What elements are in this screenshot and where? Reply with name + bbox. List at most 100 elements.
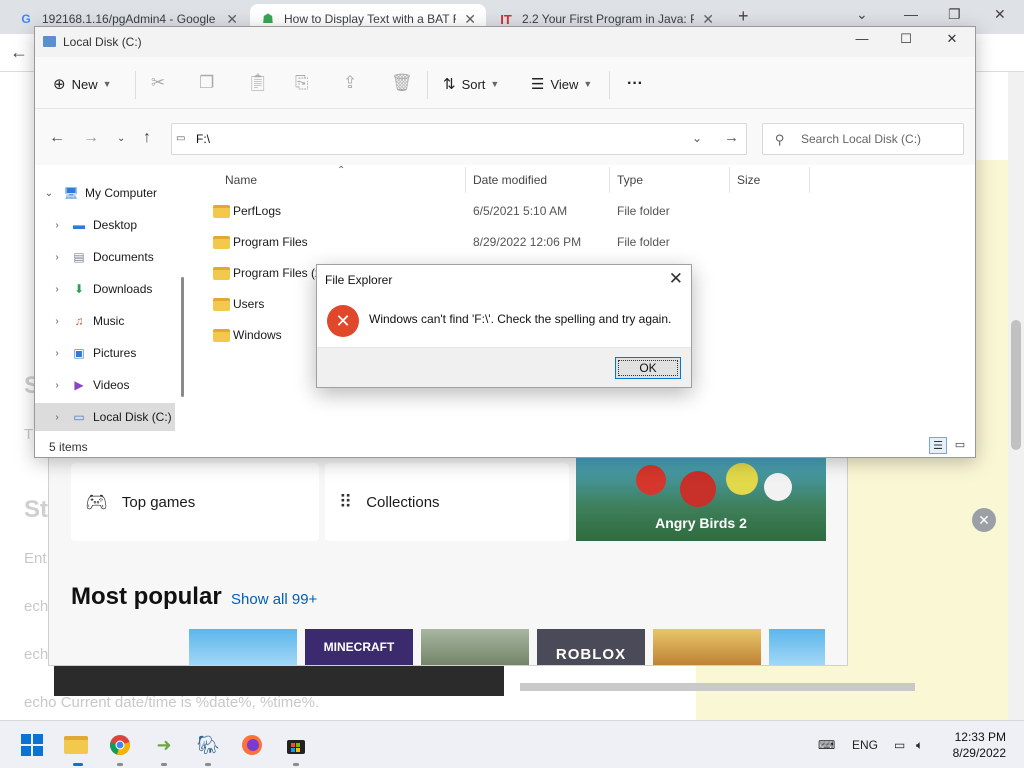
tree-item-pictures[interactable]: › ▣ Pictures xyxy=(35,339,175,367)
chevron-right-icon[interactable]: › xyxy=(51,252,63,263)
store-taskbar-button[interactable] xyxy=(282,731,310,759)
chevron-down-icon[interactable]: ⌄ xyxy=(692,131,702,145)
chevron-right-icon[interactable]: › xyxy=(51,284,63,295)
store-bag-icon xyxy=(287,740,305,754)
minimize-button[interactable]: — xyxy=(839,31,885,53)
pgadmin-taskbar-button[interactable]: 🐘︎ xyxy=(194,731,222,759)
back-arrow-icon[interactable]: ← xyxy=(49,129,65,147)
file-row-perflogs[interactable]: PerfLogs 6/5/2021 5:10 AM File folder xyxy=(209,196,769,227)
sort-button[interactable]: ⇅ Sort ▼ xyxy=(443,75,499,93)
drive-icon xyxy=(43,36,56,47)
tab-search-icon[interactable]: ⌄ xyxy=(856,6,868,23)
minimize-icon[interactable]: — xyxy=(904,6,918,22)
column-divider[interactable] xyxy=(729,167,730,193)
chrome-taskbar-button[interactable] xyxy=(106,731,134,759)
new-button[interactable]: ⊕ New ▼ xyxy=(53,75,112,93)
game-thumbnail[interactable]: MINECRAFT xyxy=(305,629,413,665)
status-bar: 5 items ☰ ▭ xyxy=(35,433,975,457)
close-tab-icon[interactable]: ✕ xyxy=(464,11,476,28)
more-options-button[interactable]: ··· xyxy=(627,75,643,93)
list-view-icon: ☰ xyxy=(531,76,545,93)
app-taskbar-button[interactable]: ➜ xyxy=(150,731,178,759)
game-thumbnail[interactable] xyxy=(653,629,761,665)
column-header-size[interactable]: Size xyxy=(737,173,760,187)
new-tab-button[interactable]: + xyxy=(738,6,749,27)
tree-item-music[interactable]: › ♫ Music xyxy=(35,307,175,335)
store-horizontal-scrollbar[interactable] xyxy=(510,680,940,694)
search-input[interactable] xyxy=(801,132,957,146)
chevron-down-icon[interactable]: ⌄ xyxy=(43,188,55,199)
column-divider[interactable] xyxy=(809,167,810,193)
restore-icon[interactable]: ❐ xyxy=(948,6,961,23)
download-icon: ⬇ xyxy=(73,282,85,296)
folder-icon xyxy=(213,329,230,342)
running-indicator xyxy=(205,763,211,766)
collections-card[interactable]: ⠿ Collections xyxy=(325,463,569,541)
chevron-right-icon[interactable]: › xyxy=(51,348,63,359)
tree-item-my-computer[interactable]: ⌄ 🖥︎ My Computer xyxy=(35,179,175,207)
close-tab-icon[interactable]: ✕ xyxy=(702,11,714,28)
column-header-type[interactable]: Type xyxy=(617,173,643,187)
running-indicator xyxy=(117,763,123,766)
close-icon[interactable]: ✕ xyxy=(669,269,683,289)
scrollbar-thumb[interactable] xyxy=(520,683,915,691)
go-arrow-icon[interactable]: → xyxy=(724,129,739,146)
column-divider[interactable] xyxy=(465,167,466,193)
angry-birds-banner[interactable]: Angry Birds 2 xyxy=(576,457,826,541)
up-arrow-icon[interactable]: ↑ xyxy=(143,129,151,147)
chevron-right-icon[interactable]: › xyxy=(51,380,63,391)
tree-item-desktop[interactable]: › ▬ Desktop xyxy=(35,211,175,239)
clock-date[interactable]: 8/29/2022 xyxy=(953,746,1006,760)
file-type: File folder xyxy=(617,204,670,218)
delete-icon[interactable]: 🗑︎ xyxy=(391,73,413,93)
copy-icon[interactable]: ❐ xyxy=(199,73,214,93)
tree-item-downloads[interactable]: › ⬇ Downloads xyxy=(35,275,175,303)
language-indicator[interactable]: ENG xyxy=(852,738,878,752)
cut-icon[interactable]: ✂ xyxy=(151,73,165,93)
tiles-view-icon[interactable]: ▭ xyxy=(951,437,969,454)
paste-icon[interactable]: 📋︎ xyxy=(247,73,269,93)
maximize-button[interactable]: ☐ xyxy=(883,31,929,53)
close-tab-icon[interactable]: ✕ xyxy=(226,11,238,28)
firefox-taskbar-button[interactable] xyxy=(238,731,266,759)
tree-item-videos[interactable]: › ▶ Videos xyxy=(35,371,175,399)
chevron-right-icon[interactable]: › xyxy=(51,316,63,327)
game-thumbnail[interactable] xyxy=(769,629,825,665)
game-thumbnail[interactable]: ROBLOX xyxy=(537,629,645,665)
page-text: T xyxy=(24,426,34,443)
clock-time[interactable]: 12:33 PM xyxy=(955,730,1006,744)
chevron-right-icon[interactable]: › xyxy=(51,220,63,231)
game-thumbnail[interactable] xyxy=(421,629,529,665)
close-circle-icon[interactable]: ✕ xyxy=(972,508,996,532)
navigation-pane-scrollbar[interactable] xyxy=(181,277,184,397)
network-icon[interactable]: ▭ xyxy=(894,738,905,752)
address-bar[interactable]: ▭ ⌄ → xyxy=(171,123,747,155)
chevron-right-icon[interactable]: › xyxy=(51,412,63,423)
top-games-card[interactable]: 🎮︎ Top games xyxy=(71,463,319,541)
column-divider[interactable] xyxy=(609,167,610,193)
volume-icon[interactable]: 🔈︎ xyxy=(916,738,923,753)
close-icon[interactable]: ✕ xyxy=(994,6,1006,23)
file-row-program-files[interactable]: Program Files 8/29/2022 12:06 PM File fo… xyxy=(209,227,769,258)
show-all-link[interactable]: Show all 99+ xyxy=(231,591,317,608)
tree-item-documents[interactable]: › ▤ Documents xyxy=(35,243,175,271)
back-arrow-icon[interactable]: ← xyxy=(10,42,28,63)
close-button[interactable]: ✕ xyxy=(929,31,975,53)
forward-arrow-icon[interactable]: → xyxy=(83,129,99,147)
search-box[interactable]: ⚲ xyxy=(762,123,964,155)
share-icon[interactable]: ⇪ xyxy=(343,73,357,93)
address-input[interactable] xyxy=(196,132,656,146)
recent-locations-icon[interactable]: ⌄ xyxy=(117,133,125,144)
ok-button[interactable]: OK xyxy=(615,357,681,379)
game-thumbnail[interactable] xyxy=(189,629,297,665)
page-scrollbar-thumb[interactable] xyxy=(1011,320,1021,450)
column-header-name[interactable]: Name xyxy=(225,173,257,187)
rename-icon[interactable]: ⎘ xyxy=(295,73,309,93)
keyboard-icon[interactable]: ⌨ xyxy=(818,738,835,752)
file-explorer-taskbar-button[interactable] xyxy=(62,731,90,759)
view-button[interactable]: ☰ View ▼ xyxy=(531,75,592,93)
tree-item-local-disk[interactable]: › ▭ Local Disk (C:) xyxy=(35,403,175,431)
column-header-date[interactable]: Date modified xyxy=(473,173,547,187)
start-button[interactable] xyxy=(18,731,46,759)
details-view-icon[interactable]: ☰ xyxy=(929,437,947,454)
